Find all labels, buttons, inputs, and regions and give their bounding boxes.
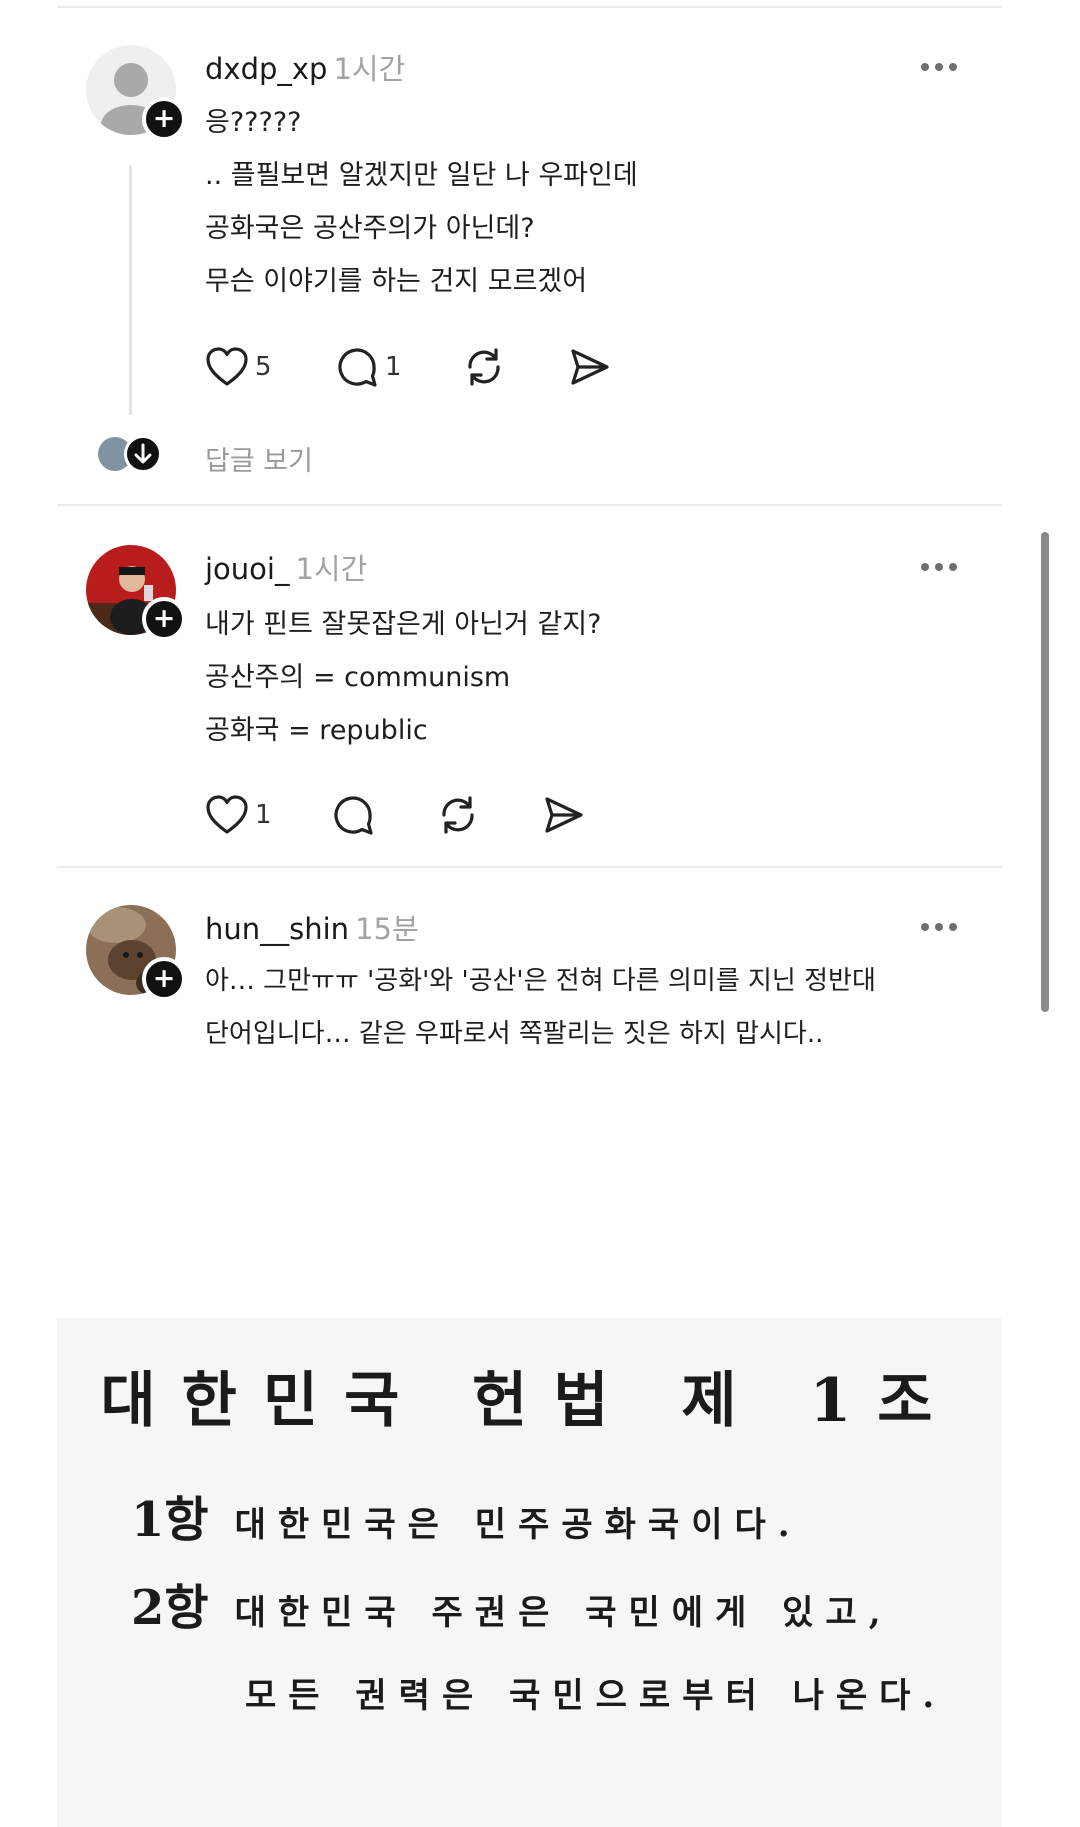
more-dots-icon[interactable] xyxy=(921,560,961,574)
timestamp: 15분 xyxy=(355,912,419,946)
comment-line: 내가 핀트 잘못잡은게 아닌거 같지? xyxy=(205,609,602,640)
comment-text: 응????? .. 플필보면 알겠지만 일단 나 우파인데 공화국은 공산주의가… xyxy=(205,96,638,308)
like-count: 1 xyxy=(255,800,272,830)
constitution-excerpt: 대한민국 헌법 제 1조 1항 대한민국은 민주공화국이다. 2항 대한민국 주권은… xyxy=(57,1318,1002,1827)
top-divider xyxy=(57,6,1002,8)
comment-line: 단어입니다… 같은 우파로서 쪽팔리는 짓은 하지 맙시다.. xyxy=(205,1019,824,1049)
repost-icon xyxy=(442,796,474,834)
comment-bubble-icon xyxy=(338,348,377,387)
plus-icon[interactable]: + xyxy=(142,597,186,641)
comment-text: 아… 그만ㅠㅠ '공화'와 '공산'은 전혀 다른 의미를 지닌 정반대 단어입… xyxy=(205,955,876,1061)
share-button[interactable] xyxy=(567,344,611,390)
plus-icon[interactable]: + xyxy=(142,957,186,1001)
like-button[interactable]: 1 xyxy=(205,792,272,838)
clause-2: 2항 대한민국 주권은 국민에게 있고, xyxy=(131,1568,893,1638)
clause-number: 1항 xyxy=(131,1492,209,1548)
comment-line: 아… 그만ㅠㅠ '공화'와 '공산'은 전혀 다른 의미를 지닌 정반대 xyxy=(205,966,876,996)
avatar-jouoi[interactable]: + xyxy=(86,545,186,641)
comment-line: 무슨 이야기를 하는 건지 모르겠어 xyxy=(205,266,588,297)
repost-button[interactable] xyxy=(435,792,481,838)
like-button[interactable]: 5 xyxy=(205,344,272,390)
thread-line xyxy=(129,165,132,415)
username[interactable]: dxdp_xp xyxy=(205,52,327,86)
comment-divider xyxy=(57,866,1002,868)
view-replies-link[interactable]: 답글 보기 xyxy=(205,439,313,478)
comment-header: hun__shin 15분 xyxy=(205,906,419,948)
comment-line: 응????? xyxy=(205,107,302,138)
repost-button[interactable] xyxy=(461,344,507,390)
comment-header: jouoi_ 1시간 xyxy=(205,546,367,588)
comment-line: 공화국 = republic xyxy=(205,715,428,746)
more-dots-icon[interactable] xyxy=(921,60,961,74)
arrow-down-icon xyxy=(124,435,162,473)
more-dots-icon[interactable] xyxy=(921,920,961,934)
username[interactable]: hun__shin xyxy=(205,912,349,946)
share-button[interactable] xyxy=(541,792,585,838)
like-count: 5 xyxy=(255,352,272,382)
send-icon xyxy=(571,349,609,385)
timestamp: 1시간 xyxy=(295,552,368,586)
plus-icon[interactable]: + xyxy=(142,97,186,141)
comment-line: 공산주의 = communism xyxy=(205,662,511,693)
timestamp: 1시간 xyxy=(333,52,406,86)
heart-icon xyxy=(206,347,248,386)
document-title: 대한민국 헌법 제 1조 xyxy=(100,1366,959,1436)
comment-bubble-icon xyxy=(334,796,373,835)
send-icon xyxy=(545,797,583,833)
comment-text: 내가 핀트 잘못잡은게 아닌거 같지? 공산주의 = communism 공화국… xyxy=(205,598,601,757)
clause-text: 대한민국 주권은 국민에게 있고, xyxy=(234,1593,893,1633)
scrollbar-thumb[interactable] xyxy=(1041,532,1049,1012)
clause-text: 대한민국은 민주공화국이다. xyxy=(234,1505,802,1545)
heart-icon xyxy=(206,795,248,834)
avatar-hun-shin[interactable]: + xyxy=(86,905,186,1001)
comment-divider xyxy=(57,504,1002,506)
comment-button[interactable] xyxy=(331,792,375,838)
clause-text-continued: 모든 권력은 국민으로부터 나온다. xyxy=(245,1676,947,1716)
comment-button[interactable]: 1 xyxy=(335,344,402,390)
repost-icon xyxy=(468,348,500,386)
clause-number: 2항 xyxy=(131,1580,209,1636)
comment-line: 공화국은 공산주의가 아닌데? xyxy=(205,213,535,244)
comment-header: dxdp_xp 1시간 xyxy=(205,46,405,88)
username[interactable]: jouoi_ xyxy=(205,552,289,586)
comment-line: .. 플필보면 알겠지만 일단 나 우파인데 xyxy=(205,160,638,191)
comment-count: 1 xyxy=(385,352,402,382)
clause-1: 1항 대한민국은 민주공화국이다. xyxy=(131,1480,802,1550)
avatar-dxdp-xp[interactable]: + xyxy=(86,45,186,141)
